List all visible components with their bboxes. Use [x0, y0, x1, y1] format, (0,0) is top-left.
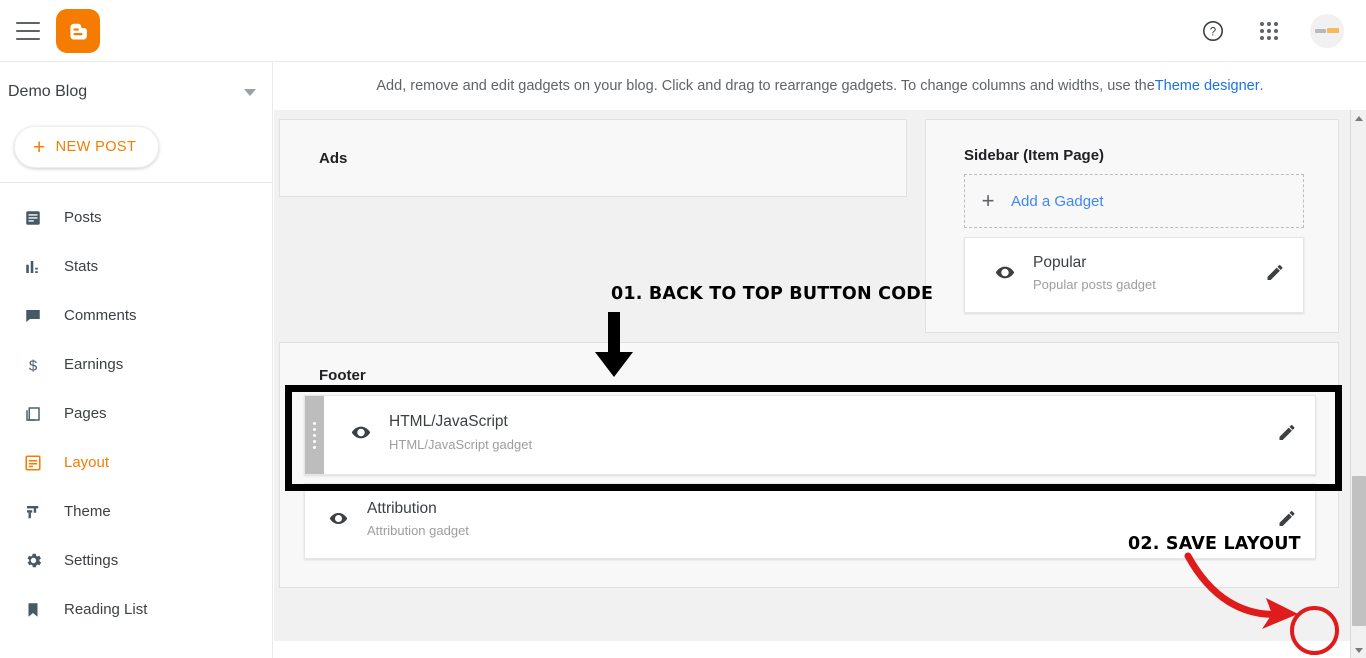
eye-icon[interactable] — [351, 423, 371, 448]
eye-icon[interactable] — [329, 509, 348, 533]
sidebar-item-label: Earnings — [64, 356, 124, 373]
earnings-icon: $ — [22, 354, 44, 376]
sidebar-item-label: Settings — [64, 552, 119, 569]
user-avatar[interactable] — [1310, 13, 1344, 48]
scroll-down-arrow-icon[interactable] — [1351, 642, 1366, 658]
layout-canvas: Ads Sidebar (Item Page) + Add a Gadget P… — [274, 110, 1350, 641]
main-content: Add, remove and edit gadgets on your blo… — [274, 62, 1366, 658]
plus-icon: + — [981, 188, 995, 213]
gadget-attribution[interactable]: Attribution Attribution gadget — [304, 483, 1316, 559]
theme-designer-link[interactable]: Theme designer — [1155, 78, 1260, 94]
description-text-after: . — [1259, 78, 1264, 94]
sidebar-item-label: Theme — [64, 503, 111, 520]
left-sidebar: Demo Blog + NEW POST Posts Stats Comment… — [0, 62, 273, 658]
hamburger-menu-icon[interactable] — [16, 21, 40, 40]
sidebar-item-label: Posts — [64, 209, 102, 226]
eye-icon[interactable] — [995, 263, 1015, 288]
apps-grid-icon[interactable] — [1254, 16, 1284, 46]
drag-handle-icon[interactable] — [305, 396, 324, 474]
sidebar-item-pages[interactable]: Pages — [0, 389, 272, 438]
pages-icon — [22, 403, 44, 425]
new-post-button[interactable]: + NEW POST — [14, 126, 160, 168]
sidebar-nav: Posts Stats Comments $ Earnings Pages La… — [0, 183, 272, 634]
blog-selector[interactable]: Demo Blog — [0, 62, 272, 122]
blog-name-label: Demo Blog — [8, 83, 88, 100]
svg-text:$: $ — [29, 357, 38, 374]
chevron-down-icon[interactable] — [244, 88, 256, 96]
layout-action-bar — [274, 641, 1350, 658]
panel-ads[interactable]: Ads — [279, 119, 907, 197]
sidebar-item-label: Reading List — [64, 601, 148, 618]
sidebar-item-label: Comments — [64, 307, 137, 324]
sidebar-item-reading-list[interactable]: Reading List — [0, 585, 272, 634]
app-root: ? Demo Blog + NEW POST Posts Stats Comme… — [0, 0, 1366, 658]
theme-icon — [22, 501, 44, 523]
sidebar-item-label: Layout — [64, 454, 110, 471]
header-actions: ? — [1198, 13, 1344, 48]
blogger-logo-icon[interactable] — [56, 8, 100, 53]
panel-title: Ads — [319, 150, 348, 167]
vertical-scrollbar[interactable] — [1350, 110, 1366, 658]
add-a-gadget-button[interactable]: + Add a Gadget — [964, 174, 1304, 228]
gadget-subtitle: HTML/JavaScript gadget — [389, 437, 533, 452]
scroll-up-arrow-icon[interactable] — [1351, 110, 1366, 126]
panel-title: Footer — [319, 367, 366, 384]
sidebar-item-comments[interactable]: Comments — [0, 291, 272, 340]
panel-footer[interactable]: Footer HTML/JavaScript HTML/JavaScript g… — [279, 342, 1339, 588]
help-icon[interactable]: ? — [1198, 16, 1228, 46]
gadget-title: HTML/JavaScript — [389, 413, 508, 430]
settings-icon — [22, 550, 44, 572]
add-gadget-label: Add a Gadget — [1011, 192, 1104, 210]
sidebar-item-label: Pages — [64, 405, 107, 422]
gadget-title: Attribution — [367, 500, 437, 517]
pencil-icon[interactable] — [1277, 423, 1297, 448]
sidebar-item-label: Stats — [64, 258, 99, 275]
comments-icon — [22, 305, 44, 327]
gadget-subtitle: Popular posts gadget — [1033, 277, 1156, 292]
scrollbar-thumb[interactable] — [1352, 476, 1366, 626]
sidebar-item-stats[interactable]: Stats — [0, 242, 272, 291]
posts-icon — [22, 207, 44, 229]
stats-icon — [22, 256, 44, 278]
new-post-label: NEW POST — [55, 139, 137, 155]
new-post-container: + NEW POST — [0, 122, 272, 182]
layout-description: Add, remove and edit gadgets on your blo… — [274, 62, 1366, 110]
panel-sidebar-item-page[interactable]: Sidebar (Item Page) + Add a Gadget Popul… — [925, 119, 1339, 333]
top-header-bar: ? — [0, 0, 1366, 62]
reading-list-icon — [22, 599, 44, 621]
plus-icon: + — [33, 135, 46, 159]
sidebar-item-posts[interactable]: Posts — [0, 193, 272, 242]
svg-text:?: ? — [1210, 26, 1216, 38]
pencil-icon[interactable] — [1265, 263, 1285, 288]
sidebar-item-theme[interactable]: Theme — [0, 487, 272, 536]
pencil-icon[interactable] — [1277, 509, 1297, 534]
panel-title: Sidebar (Item Page) — [964, 147, 1105, 164]
sidebar-item-layout[interactable]: Layout — [0, 438, 272, 487]
layout-icon — [22, 452, 44, 474]
sidebar-item-earnings[interactable]: $ Earnings — [0, 340, 272, 389]
description-text-before: Add, remove and edit gadgets on your blo… — [376, 78, 1155, 94]
sidebar-item-settings[interactable]: Settings — [0, 536, 272, 585]
gadget-html-javascript[interactable]: HTML/JavaScript HTML/JavaScript gadget — [304, 395, 1316, 475]
gadget-popular[interactable]: Popular Popular posts gadget — [964, 237, 1304, 313]
gadget-subtitle: Attribution gadget — [367, 523, 469, 538]
gadget-title: Popular — [1033, 254, 1087, 271]
